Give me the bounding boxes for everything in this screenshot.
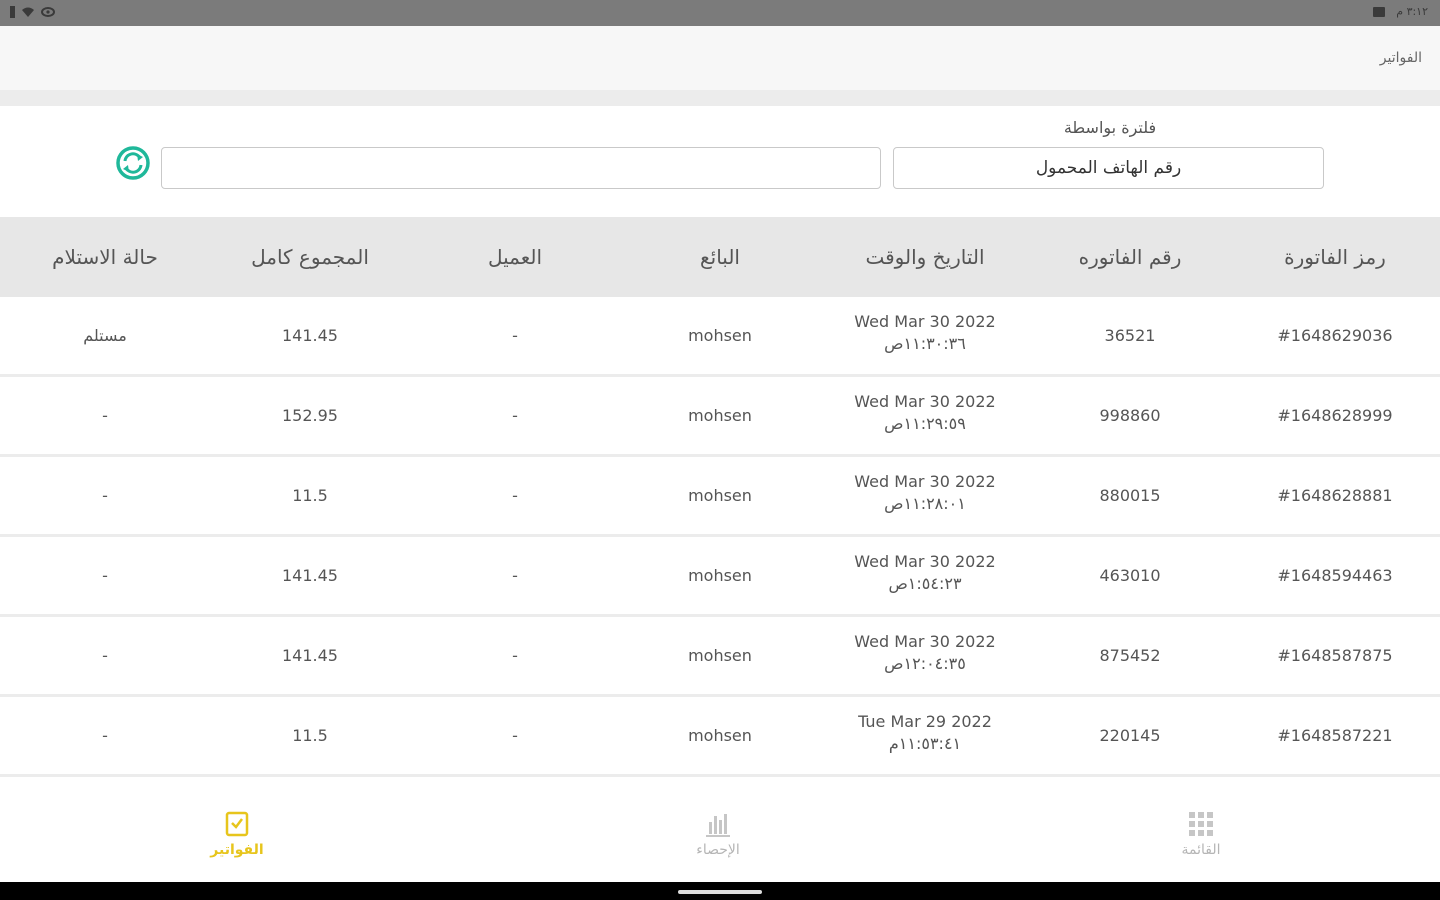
- column-header-seller: البائع: [700, 245, 740, 269]
- invoice-date: Wed Mar 30 2022: [854, 552, 996, 571]
- invoice-total: 152.95: [282, 406, 338, 425]
- app-bar: الفواتير: [0, 26, 1440, 90]
- invoice-seller: mohsen: [688, 486, 752, 505]
- invoice-number: 463010: [1099, 566, 1161, 585]
- status-bar: ٣:١٢ م: [0, 0, 1440, 26]
- nav-item-stats[interactable]: الإحصاء: [658, 810, 778, 858]
- bottom-nav: القائمة الإحصاء الفواتير: [0, 780, 1440, 882]
- table-row[interactable]: #1648594463 463010 Wed Mar 30 2022 ١:٥٤:…: [0, 537, 1440, 617]
- wifi-icon: [22, 7, 34, 17]
- invoice-datetime: Wed Mar 30 2022 ١١:٢٩:٥٩ص: [830, 391, 1020, 435]
- invoice-status: -: [102, 566, 108, 585]
- invoice-total: 141.45: [282, 646, 338, 665]
- invoice-time: ١٢:٠٤:٣٥ص: [884, 654, 966, 673]
- invoice-code: #1648594463: [1277, 566, 1393, 585]
- invoice-code: #1648587221: [1277, 726, 1393, 745]
- invoice-status: -: [102, 646, 108, 665]
- invoice-client: -: [512, 486, 518, 505]
- invoice-date: Wed Mar 30 2022: [854, 312, 996, 331]
- search-input[interactable]: [161, 147, 881, 189]
- receipt-icon: [225, 811, 249, 837]
- grid-icon: [1189, 812, 1213, 836]
- invoice-client: -: [512, 726, 518, 745]
- invoice-client: -: [512, 566, 518, 585]
- invoice-code: #1648628999: [1277, 406, 1393, 425]
- invoice-number: 875452: [1099, 646, 1161, 665]
- invoice-total: 141.45: [282, 326, 338, 345]
- invoice-datetime: Wed Mar 30 2022 ١:٥٤:٢٣ص: [830, 551, 1020, 595]
- nav-item-invoices[interactable]: الفواتير: [177, 810, 297, 858]
- invoice-client: -: [512, 646, 518, 665]
- nav-label-invoices: الفواتير: [210, 842, 264, 858]
- bar-chart-icon: [706, 814, 730, 837]
- column-header-code: رمز الفاتورة: [1284, 245, 1386, 269]
- invoice-status: -: [102, 486, 108, 505]
- nav-label-menu: القائمة: [1181, 842, 1221, 858]
- invoice-seller: mohsen: [688, 566, 752, 585]
- invoice-number: 880015: [1099, 486, 1161, 505]
- invoice-date: Tue Mar 29 2022: [858, 712, 992, 731]
- invoice-seller: mohsen: [688, 406, 752, 425]
- invoice-date: Wed Mar 30 2022: [854, 392, 996, 411]
- status-icons: [10, 6, 55, 18]
- invoice-status: -: [102, 726, 108, 745]
- status-time: ٣:١٢ م: [1396, 5, 1428, 18]
- filter-type-value: رقم الهاتف المحمول: [1035, 158, 1182, 178]
- invoice-total: 11.5: [292, 486, 328, 505]
- divider: [0, 90, 1440, 106]
- invoice-time: ١١:٢٨:٠١ص: [884, 494, 966, 513]
- sim-card-icon: [1373, 6, 1386, 17]
- invoice-code: #1648587875: [1277, 646, 1393, 665]
- invoice-number: 220145: [1099, 726, 1161, 745]
- filter-type-select[interactable]: رقم الهاتف المحمول: [893, 147, 1324, 189]
- invoice-time: ١١:٥٣:٤١م: [888, 734, 962, 753]
- table-row[interactable]: #1648629036 36521 Wed Mar 30 2022 ١١:٣٠:…: [0, 297, 1440, 377]
- invoice-time: ١١:٢٩:٥٩ص: [884, 414, 966, 433]
- invoice-code: #1648628881: [1277, 486, 1393, 505]
- home-indicator[interactable]: [678, 890, 762, 894]
- filter-label: فلترة بواسطة: [1063, 118, 1157, 137]
- invoice-status: -: [102, 406, 108, 425]
- eye-icon: [41, 7, 55, 17]
- column-header-datetime: التاريخ والوقت: [865, 245, 985, 269]
- invoice-client: -: [512, 326, 518, 345]
- nav-label-stats: الإحصاء: [696, 842, 740, 858]
- column-header-total: المجموع كامل: [251, 245, 369, 269]
- invoice-time: ١١:٣٠:٣٦ص: [884, 334, 966, 353]
- table-row[interactable]: #1648587221 220145 Tue Mar 29 2022 ١١:٥٣…: [0, 697, 1440, 777]
- column-header-client: العميل: [487, 245, 543, 269]
- refresh-icon[interactable]: [115, 145, 151, 181]
- column-header-status: حالة الاستلام: [52, 245, 158, 269]
- invoice-status: مستلم: [83, 326, 127, 345]
- invoice-datetime: Wed Mar 30 2022 ١٢:٠٤:٣٥ص: [830, 631, 1020, 675]
- invoice-datetime: Tue Mar 29 2022 ١١:٥٣:٤١م: [830, 711, 1020, 755]
- battery-icon: [10, 6, 15, 18]
- column-header-number: رقم الفاتوره: [1078, 245, 1182, 269]
- table-row[interactable]: #1648628881 880015 Wed Mar 30 2022 ١١:٢٨…: [0, 457, 1440, 537]
- nav-item-menu[interactable]: القائمة: [1141, 810, 1261, 858]
- invoice-seller: mohsen: [688, 726, 752, 745]
- invoice-datetime: Wed Mar 30 2022 ١١:٢٨:٠١ص: [830, 471, 1020, 515]
- status-right: ٣:١٢ م: [1372, 5, 1428, 18]
- invoice-seller: mohsen: [688, 326, 752, 345]
- table-header: رمز الفاتورة رقم الفاتوره التاريخ والوقت…: [0, 217, 1440, 297]
- invoice-total: 141.45: [282, 566, 338, 585]
- table-row[interactable]: #1648587875 875452 Wed Mar 30 2022 ١٢:٠٤…: [0, 617, 1440, 697]
- page-title: الفواتير: [1379, 50, 1422, 66]
- invoice-number: 998860: [1099, 406, 1161, 425]
- invoice-date: Wed Mar 30 2022: [854, 632, 996, 651]
- invoice-date: Wed Mar 30 2022: [854, 472, 996, 491]
- invoice-total: 11.5: [292, 726, 328, 745]
- invoice-client: -: [512, 406, 518, 425]
- invoice-code: #1648629036: [1277, 326, 1393, 345]
- invoice-datetime: Wed Mar 30 2022 ١١:٣٠:٣٦ص: [830, 311, 1020, 355]
- invoice-number: 36521: [1104, 326, 1156, 345]
- invoice-time: ١:٥٤:٢٣ص: [888, 574, 962, 593]
- table-row[interactable]: #1648628999 998860 Wed Mar 30 2022 ١١:٢٩…: [0, 377, 1440, 457]
- invoice-seller: mohsen: [688, 646, 752, 665]
